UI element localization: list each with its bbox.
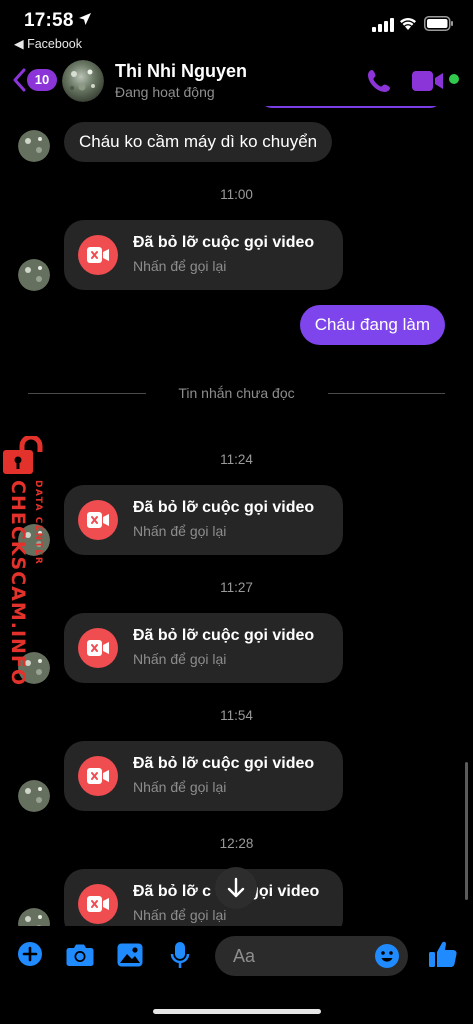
missed-call-title: Đã bỏ lỡ cuộc gọi video <box>133 234 315 251</box>
missed-video-call-icon <box>78 235 118 275</box>
scroll-to-bottom-button[interactable] <box>215 867 257 909</box>
missed-video-call-card[interactable]: Đã bỏ lỡ cuộc gọi video Nhấn để gọi lại <box>64 613 343 683</box>
missed-call-title-part-a: Đã bỏ lỡ c <box>133 883 212 900</box>
cellular-signal-icon <box>372 18 394 32</box>
home-indicator[interactable] <box>153 1009 321 1014</box>
phone-call-icon[interactable] <box>366 68 392 94</box>
contact-avatar-small <box>18 259 50 291</box>
contact-avatar-small <box>18 780 50 812</box>
online-status-dot <box>449 74 459 84</box>
microphone-icon[interactable] <box>170 941 190 969</box>
call-back-hint: Nhấn để gọi lại <box>133 523 227 539</box>
battery-icon <box>424 16 453 31</box>
contact-name: Thi Nhi Nguyen <box>115 61 247 81</box>
location-arrow-icon <box>79 13 91 25</box>
watermark-main-text: CHECKSCAM.INFO <box>7 480 29 687</box>
thumbs-up-icon[interactable] <box>428 939 458 969</box>
missed-video-call-card[interactable]: Đã bỏ lỡ cuộc gọi video Nhấn để gọi lại <box>64 220 343 290</box>
missed-call-title: Đã bỏ lỡ cuộc gọi video <box>133 499 315 516</box>
missed-video-call-icon <box>78 628 118 668</box>
missed-video-call-card[interactable]: Đã bỏ lỡ cuộc gọi video Nhấn để gọi lại <box>64 741 343 811</box>
scrollbar[interactable] <box>465 762 468 900</box>
message-input-placeholder: Aa <box>233 946 256 966</box>
message-timestamp: 11:27 <box>220 580 253 595</box>
message-timestamp: 12:28 <box>219 836 254 851</box>
message-timestamp: 11:24 <box>220 452 253 467</box>
call-back-hint: Nhấn để gọi lại <box>133 651 227 667</box>
status-bar: 17:58 ◀ Facebook <box>0 0 473 56</box>
missed-call-title-part-b: gọi video <box>249 883 320 900</box>
gallery-icon[interactable] <box>117 943 143 967</box>
missed-call-title: Đã bỏ lỡ cuộc gọi video <box>133 755 315 772</box>
contact-avatar[interactable] <box>62 60 104 102</box>
checkscam-watermark: CHECKSCAM.INFO DATA CENTER <box>2 436 52 686</box>
missed-call-title: Đã bỏ lỡ cuộc gọi video <box>133 627 315 644</box>
outgoing-message[interactable]: Cháu đang làm <box>299 305 445 345</box>
missed-video-call-card[interactable]: Đã bỏ lỡ cuộc gọi video Nhấn để gọi lại <box>64 485 343 555</box>
status-time: 17:58 <box>24 10 74 31</box>
unread-count-badge: 10 <box>27 69 57 91</box>
lock-icon <box>3 436 43 474</box>
watermark-small-text: DATA CENTER <box>33 480 43 566</box>
emoji-icon[interactable] <box>375 944 399 968</box>
message-composer: Aa <box>0 926 473 986</box>
chat-header: 10 Thi Nhi Nguyen Đang hoạt động <box>0 56 473 106</box>
call-back-hint: Nhấn để gọi lại <box>133 258 227 274</box>
camera-icon[interactable] <box>66 943 94 967</box>
chevron-left-icon <box>13 68 26 92</box>
divider-line-right <box>328 393 445 394</box>
missed-video-call-icon <box>78 884 118 924</box>
missed-video-call-icon <box>78 756 118 796</box>
message-input[interactable]: Aa <box>215 936 408 976</box>
back-to-app-link[interactable]: ◀ Facebook <box>14 36 82 51</box>
back-button[interactable]: 10 <box>12 66 58 94</box>
missed-video-call-icon <box>78 500 118 540</box>
call-back-hint: Nhấn để gọi lại <box>133 779 227 795</box>
call-back-hint: Nhấn để gọi lại <box>133 907 227 923</box>
message-timestamp: 11:00 <box>220 187 253 202</box>
message-timestamp: 11:54 <box>220 708 253 723</box>
incoming-message[interactable]: Cháu ko cầm máy dì ko chuyển <box>64 122 333 162</box>
contact-active-status: Đang hoạt động <box>115 84 215 100</box>
video-call-icon[interactable] <box>412 70 444 92</box>
plus-icon[interactable] <box>17 941 43 967</box>
wifi-icon <box>400 18 416 30</box>
arrow-down-icon <box>227 877 245 898</box>
contact-avatar-small <box>18 130 50 162</box>
